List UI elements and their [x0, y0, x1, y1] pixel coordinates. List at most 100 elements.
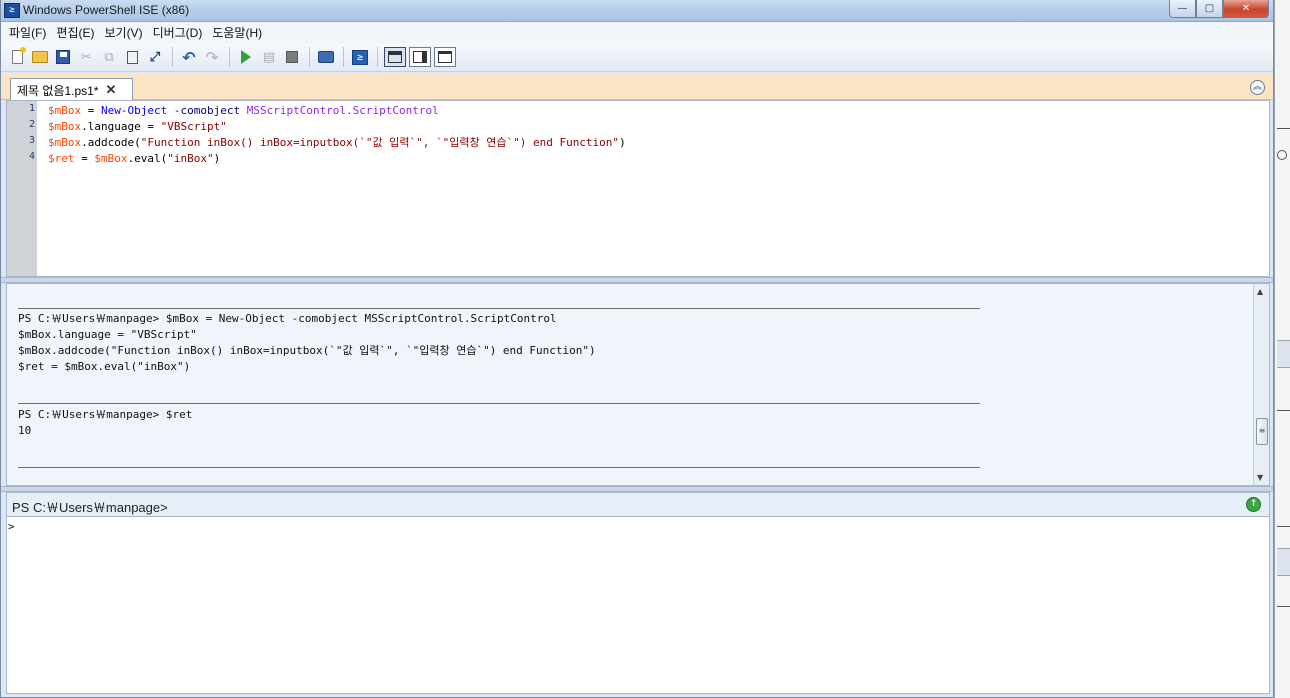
output-line: PS C:￦Users￦manpage> $ret — [18, 408, 193, 421]
scroll-thumb[interactable]: ≡ — [1256, 418, 1268, 445]
powershell-icon: ≥ — [4, 3, 20, 18]
code-token: = — [81, 104, 101, 117]
output-line: $mBox.language = "VBScript" — [18, 328, 197, 341]
output-separator — [18, 403, 980, 404]
menu-file[interactable]: 파일(F) — [5, 24, 52, 41]
title-bar[interactable]: ≥ Windows PowerShell ISE (x86) — ▢ ✕ — [1, 0, 1273, 22]
line-number: 4 — [28, 151, 35, 162]
save-button[interactable] — [53, 47, 73, 67]
script-tab-strip: 제목 없음1.ps1* ✕ ︽ — [1, 73, 1273, 101]
redo-button[interactable]: ↷ — [202, 47, 222, 67]
layout-top-icon — [388, 51, 402, 63]
input-prompt: > — [8, 520, 15, 533]
toolbar-separator — [343, 47, 344, 67]
line-number-gutter: 1 2 3 4 — [7, 101, 37, 276]
output-separator — [18, 467, 980, 468]
output-line: $ret = $mBox.eval("inBox") — [18, 360, 191, 373]
menu-debug[interactable]: 디버그(D) — [149, 24, 209, 41]
undo-button[interactable]: ↶ — [179, 47, 199, 67]
folder-icon — [32, 51, 48, 63]
background-divider — [1277, 606, 1290, 607]
menu-help[interactable]: 도움말(H) — [208, 24, 268, 41]
new-file-button[interactable] — [7, 47, 27, 67]
go-to-script-pane-icon[interactable]: ↑ — [1246, 497, 1261, 512]
stop-button[interactable] — [282, 47, 302, 67]
code-token: $ret — [48, 152, 75, 165]
run-selection-button[interactable]: ▤ — [259, 47, 279, 67]
collapse-script-pane-icon[interactable]: ︽ — [1250, 80, 1265, 95]
save-icon — [56, 50, 70, 64]
copy-icon: ⧉ — [104, 49, 114, 65]
clear-console-button[interactable]: ⤢ — [145, 47, 165, 67]
code-token: .eval( — [127, 152, 168, 165]
start-powershell-button[interactable]: ≥ — [350, 47, 370, 67]
script-line: $mBox.language = "VBScript" — [48, 119, 626, 135]
window-title: Windows PowerShell ISE (x86) — [23, 3, 190, 17]
scroll-up-icon[interactable]: ▲ — [1257, 287, 1263, 296]
redo-icon: ↷ — [205, 47, 219, 67]
toolbar: ✂ ⧉ ⤢ ↶ ↷ ▤ ≥ — [1, 43, 1273, 72]
run-script-button[interactable] — [236, 47, 256, 67]
scissors-icon: ✂ — [80, 49, 92, 65]
scroll-down-icon[interactable]: ▼ — [1257, 473, 1263, 482]
code-token: $mBox — [48, 120, 82, 133]
code-token: ) — [619, 136, 626, 149]
output-scrollbar[interactable]: ▲ ≡ ▼ — [1253, 284, 1269, 485]
layout-right-button[interactable] — [409, 47, 431, 67]
output-pane: PS C:￦Users￦manpage> $mBox = New-Object … — [6, 283, 1270, 486]
clipboard-icon — [126, 50, 138, 64]
menu-view[interactable]: 보기(V) — [100, 24, 148, 41]
output-line: 10 — [18, 424, 32, 437]
copy-button[interactable]: ⧉ — [99, 47, 119, 67]
code-token: "inBox" — [167, 152, 214, 165]
code-token: New-Object — [101, 104, 168, 117]
maximize-button[interactable]: ▢ — [1196, 0, 1223, 18]
code-token: "Function inBox() inBox=inputbox(`"값 입력`… — [140, 136, 620, 149]
code-token: $mBox — [48, 136, 82, 149]
code-token: .language = — [81, 120, 161, 133]
background-divider — [1277, 526, 1290, 527]
layout-top-button[interactable] — [384, 47, 406, 67]
command-pane-header: PS C:￦Users￦manpage> ↑ — [6, 492, 1270, 516]
tab-close-icon[interactable]: ✕ — [106, 82, 117, 98]
open-file-button[interactable] — [30, 47, 50, 67]
background-window-edge — [1274, 0, 1290, 698]
menu-edit[interactable]: 편집(E) — [52, 24, 100, 41]
menu-bar: 파일(F) 편집(E) 보기(V) 디버그(D) 도움말(H) — [1, 22, 1273, 43]
script-code: $mBox = New-Object -comobject MSScriptCo… — [48, 103, 626, 167]
output-separator — [18, 308, 980, 309]
background-band — [1277, 548, 1290, 576]
paste-button[interactable] — [122, 47, 142, 67]
code-token: MSScriptControl.ScriptControl — [246, 104, 439, 117]
undo-icon: ↶ — [182, 47, 196, 67]
command-input[interactable]: > — [6, 516, 1270, 694]
cut-button[interactable]: ✂ — [76, 47, 96, 67]
background-divider — [1277, 128, 1290, 129]
toolbar-separator — [229, 47, 230, 67]
toolbar-separator — [377, 47, 378, 67]
remote-tab-icon — [318, 51, 334, 63]
script-tab[interactable]: 제목 없음1.ps1* ✕ — [10, 78, 133, 101]
code-token: "VBScript" — [160, 120, 227, 133]
code-token: $mBox — [48, 104, 82, 117]
script-editor[interactable]: 1 2 3 4 $mBox = New-Object -comobject MS… — [6, 100, 1270, 277]
code-token: = — [74, 152, 95, 165]
script-line: $ret = $mBox.eval("inBox") — [48, 151, 626, 167]
broom-icon: ⤢ — [149, 49, 161, 65]
code-token: ) — [213, 152, 221, 165]
layout-max-button[interactable] — [434, 47, 456, 67]
close-button[interactable]: ✕ — [1223, 0, 1269, 18]
script-line: $mBox = New-Object -comobject MSScriptCo… — [48, 103, 626, 119]
powershell-icon: ≥ — [352, 49, 368, 65]
minimize-button[interactable]: — — [1169, 0, 1196, 18]
toolbar-separator — [309, 47, 310, 67]
stop-icon — [286, 51, 298, 63]
background-divider — [1277, 410, 1290, 411]
code-token: $mBox — [94, 152, 128, 165]
remote-powershell-button[interactable] — [316, 47, 336, 67]
layout-right-icon — [413, 51, 427, 63]
script-line: $mBox.addcode("Function inBox() inBox=in… — [48, 135, 626, 151]
background-radio-icon — [1277, 150, 1287, 160]
